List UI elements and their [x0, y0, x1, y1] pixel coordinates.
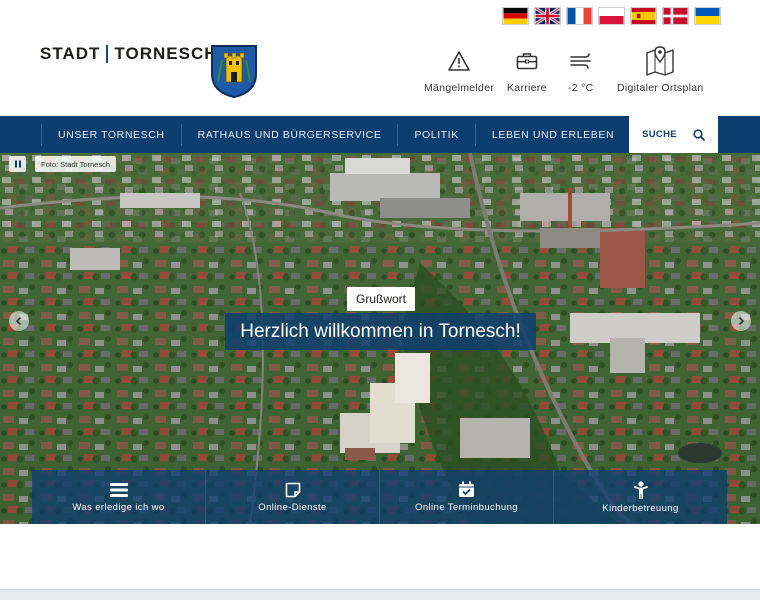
slider-prev-button[interactable]	[9, 311, 29, 331]
note-icon	[285, 482, 300, 497]
tile-label: Was erledige ich wo	[72, 501, 165, 513]
tile-kinderbetreuung[interactable]: Kinderbetreuung	[554, 470, 727, 524]
weather-temperature: -2 °C	[568, 82, 594, 94]
search-button[interactable]: SUCHE	[629, 116, 718, 153]
chevron-right-icon	[738, 316, 745, 326]
logo-divider	[106, 45, 109, 63]
pause-button[interactable]	[9, 156, 26, 172]
tile-online-dienste[interactable]: Online-Dienste	[206, 470, 380, 524]
photo-credit: Foto: Stadt Tornesch	[35, 156, 117, 172]
tile-label: Online-Dienste	[258, 501, 327, 513]
briefcase-icon	[516, 44, 538, 78]
dk-flag-icon[interactable]	[662, 7, 689, 25]
hero-slider: Foto: Stadt Tornesch Grußwort Herzlich w…	[0, 153, 760, 524]
site-logo[interactable]: STADT TORNESCH	[40, 44, 218, 64]
gb-flag-icon[interactable]	[534, 7, 561, 25]
tile-was-erledige-ich-wo[interactable]: Was erledige ich wo	[32, 470, 206, 524]
coat-of-arms-icon[interactable]	[210, 44, 258, 99]
nav-item-rathaus[interactable]: RATHAUS UND BÜRGERSERVICE	[180, 123, 398, 146]
nav-item-unser-tornesch[interactable]: UNSER TORNESCH	[41, 123, 181, 146]
de-flag-icon[interactable]	[502, 7, 529, 25]
quicklink-label: Digitaler Ortsplan	[617, 82, 704, 94]
tile-label: Online Terminbuchung	[415, 502, 518, 513]
tile-label: Kinderbetreuung	[602, 502, 679, 514]
calendar-check-icon	[459, 481, 474, 497]
page-bottom-bar	[0, 589, 760, 600]
logo-text-stadt: STADT	[40, 44, 101, 63]
site-header: STADT TORNESCH Mängelmelder Karriere -2 …	[0, 0, 760, 116]
grusswort-button[interactable]: Grußwort	[347, 287, 416, 311]
nav-items: UNSER TORNESCH RATHAUS UND BÜRGERSERVICE…	[41, 116, 632, 153]
quicklink-maengelmelder[interactable]: Mängelmelder	[424, 44, 494, 94]
child-icon	[633, 480, 648, 499]
logo-text-tornesch: TORNESCH	[114, 44, 218, 63]
service-tiles: Was erledige ich wo Online-Dienste Onlin…	[32, 470, 727, 524]
quicklink-weather[interactable]: -2 °C	[568, 44, 594, 94]
list-icon	[109, 482, 128, 497]
hero-headline: Herzlich willkommen in Tornesch!	[225, 313, 536, 350]
quicklink-label: Karriere	[507, 82, 547, 94]
quicklink-label: Mängelmelder	[424, 82, 495, 94]
quicklink-ortsplan[interactable]: Digitaler Ortsplan	[617, 44, 704, 94]
wind-icon	[569, 44, 593, 78]
ua-flag-icon[interactable]	[694, 7, 721, 25]
tile-online-terminbuchung[interactable]: Online Terminbuchung	[380, 470, 554, 524]
es-flag-icon[interactable]	[630, 7, 657, 25]
main-navigation: UNSER TORNESCH RATHAUS UND BÜRGERSERVICE…	[0, 116, 760, 153]
warning-icon	[447, 44, 471, 78]
nav-item-leben[interactable]: LEBEN UND ERLEBEN	[474, 123, 632, 146]
pl-flag-icon[interactable]	[598, 7, 625, 25]
page: STADT TORNESCH Mängelmelder Karriere -2 …	[0, 0, 760, 600]
nav-item-politik[interactable]: POLITIK	[397, 123, 474, 146]
language-flags	[502, 7, 721, 25]
search-icon	[693, 128, 705, 141]
pause-icon	[14, 160, 21, 168]
fr-flag-icon[interactable]	[566, 7, 593, 25]
chevron-left-icon	[15, 316, 22, 326]
quicklink-karriere[interactable]: Karriere	[507, 44, 547, 94]
map-icon	[645, 44, 675, 78]
slider-next-button[interactable]	[731, 311, 751, 331]
search-label: SUCHE	[642, 129, 677, 140]
